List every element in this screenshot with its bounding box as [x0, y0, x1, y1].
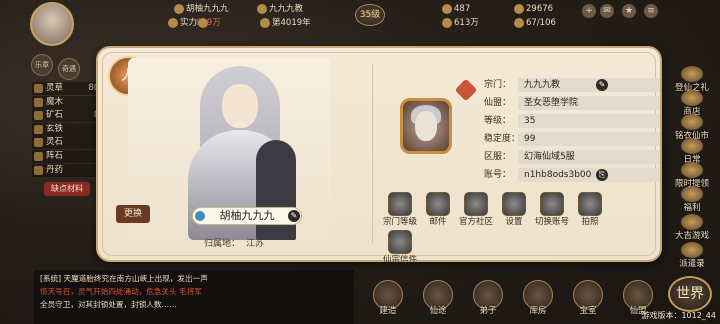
resource-count-b: 29676: [512, 2, 553, 16]
photo-button[interactable]: 拍照: [572, 192, 608, 228]
gift-icon: [681, 66, 703, 82]
shop-icon: [681, 90, 703, 106]
home-label: 归属地：: [204, 239, 241, 249]
market-icon: [681, 114, 703, 130]
bottom-menu-item[interactable]: 仙途: [420, 280, 456, 320]
avatar-frame[interactable]: [400, 98, 452, 154]
right-menu-item[interactable]: 大吉游戏: [668, 214, 716, 242]
gear-icon: [502, 192, 526, 216]
plus-icon[interactable]: +: [582, 4, 596, 18]
switch-account-button[interactable]: 切换账号: [534, 192, 570, 228]
settings-button[interactable]: 设置: [496, 192, 532, 228]
gift-icon[interactable]: ★: [622, 4, 636, 18]
character-name: 胡柚九九九: [192, 207, 302, 225]
right-menu-item[interactable]: 派遣录: [668, 242, 716, 270]
mail-button[interactable]: 邮件: [420, 192, 456, 228]
power-label: 实力: [166, 16, 197, 30]
edit-name-icon[interactable]: ✎: [288, 210, 300, 222]
chat-line: [系统] 天魔道胎终究在南方山峡上出现，发出一声: [40, 274, 208, 283]
year-display: 第4019年: [258, 16, 311, 30]
daily-icon: [681, 138, 703, 154]
sect-name: 九九九教: [255, 2, 303, 16]
chat-line: 惊天号召，灵气开始四处涌动，危急关头 毛将军: [40, 287, 202, 296]
bottom-menu-item[interactable]: 弟子: [470, 280, 506, 320]
event-button[interactable]: 奇遇: [58, 58, 80, 80]
level-badge[interactable]: 35级: [355, 4, 385, 26]
camera-icon: [578, 192, 602, 216]
sect-level-button[interactable]: 宗门等级: [382, 192, 418, 228]
change-portrait-button[interactable]: 更换: [116, 205, 150, 223]
chat-line: 全员守卫，对其封锁处置，封锁人数……: [40, 300, 177, 309]
sect-letter-button[interactable]: 仙宗信件: [382, 230, 418, 266]
music-button[interactable]: 乐章: [31, 54, 53, 76]
welfare-icon: [681, 186, 703, 202]
music-note-icon: [195, 211, 205, 221]
community-button[interactable]: 官方社区: [458, 192, 494, 228]
home-value: 江苏: [246, 239, 265, 249]
lack-materials-button[interactable]: 缺点材料: [44, 182, 90, 196]
letter-icon: [426, 192, 450, 216]
game-icon: [681, 214, 703, 230]
limited-icon: [681, 162, 703, 178]
bottom-menu-item[interactable]: 库房: [520, 280, 556, 320]
dispatch-icon: [681, 242, 703, 258]
copy-account-icon[interactable]: ⎘: [596, 169, 608, 181]
mail-icon[interactable]: ✉: [600, 4, 614, 18]
scroll-icon: [388, 230, 412, 254]
home-location: 归属地： 江苏: [204, 236, 264, 249]
menu-icon[interactable]: ≡: [644, 4, 658, 18]
bottom-menu: 建造 仙途 弟子 库房 宝室 仙盟: [370, 280, 670, 324]
divider: [372, 64, 373, 244]
bottom-menu-item[interactable]: 宝室: [570, 280, 606, 320]
power-value: 829万: [196, 18, 221, 28]
version-label: 游戏版本：1012_44: [641, 311, 716, 320]
scroll-icon: [388, 192, 412, 216]
sect-edit-icon[interactable]: ✎: [596, 79, 608, 91]
resource-count-d: 67/106: [512, 16, 556, 30]
character-portrait: [160, 60, 320, 240]
chat-box[interactable]: [系统] 天魔道胎终究在南方山峡上出现，发出一声 惊天号召，灵气开始四处涌动，危…: [34, 270, 354, 324]
bottom-menu-item[interactable]: 建造: [370, 280, 406, 320]
switch-icon: [540, 192, 564, 216]
top-bar: 胡柚九九九 实力 829万 九九九教 第4019年 35级 487 29676 …: [0, 0, 720, 46]
right-menu-item[interactable]: 福利: [668, 186, 716, 214]
resource-count-c: 613万: [440, 16, 479, 30]
world-button[interactable]: 世界: [668, 276, 712, 312]
player-avatar[interactable]: [30, 2, 74, 46]
resource-count-a: 487: [440, 2, 470, 16]
community-icon: [464, 192, 488, 216]
player-name: 胡柚九九九: [172, 2, 229, 16]
